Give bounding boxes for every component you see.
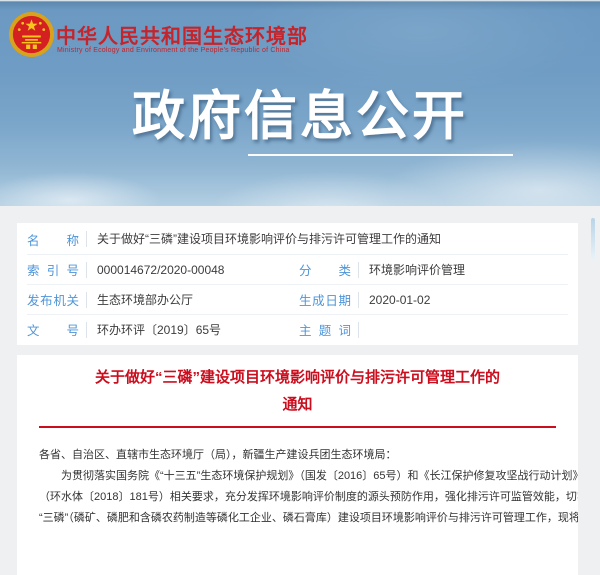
meta-value-index-number: 000014672/2020-00048: [86, 262, 224, 278]
meta-row-issuer: 发布机关 生态环境部办公厅 生成日期 2020-01-02: [27, 284, 568, 314]
meta-row-index: 索引号 000014672/2020-00048 分类 环境影响评价管理: [27, 254, 568, 284]
banner-underline: [248, 154, 513, 156]
meta-value-keywords: [358, 322, 369, 338]
body-line: “三磷”（磷矿、磷肥和含磷农药制造等磷化工企业、磷石膏库）建设项目环境影响评价与…: [39, 508, 556, 529]
body-line: 各省、自治区、直辖市生态环境厅（局），新疆生产建设兵团生态环境局：: [39, 445, 556, 466]
meta-label-category: 分类: [299, 260, 351, 279]
meta-label-keywords: 主题词: [299, 320, 351, 339]
page-title: 政府信息公开: [0, 74, 600, 150]
ministry-name-cn: 中华人民共和国生态环境部: [56, 20, 308, 49]
document-body: 各省、自治区、直辖市生态环境厅（局），新疆生产建设兵团生态环境局： 为贯彻落实国…: [39, 445, 556, 529]
body-line: （环水体〔2018〕181号）相关要求，充分发挥环境影响评价制度的源头预防作用，…: [39, 487, 556, 508]
document-metadata-card: 名称 关于做好“三磷”建设项目环境影响评价与排污许可管理工作的通知 索引号 00…: [17, 223, 578, 345]
meta-label-index-number: 索引号: [27, 260, 79, 279]
body-line: 为贯彻落实国务院《“十三五”生态环境保护规划》（国发〔2016〕65号）和《长江…: [39, 466, 556, 487]
meta-value-issuing-agency: 生态环境部办公厅: [86, 292, 193, 308]
document-title: 关于做好“三磷”建设项目环境影响评价与排污许可管理工作的 通知: [17, 364, 578, 418]
document-title-line1: 关于做好“三磷”建设项目环境影响评价与排污许可管理工作的: [17, 364, 578, 391]
document-body-card: 关于做好“三磷”建设项目环境影响评价与排污许可管理工作的 通知 各省、自治区、直…: [17, 355, 578, 575]
meta-row-docnumber: 文号 环办环评〔2019〕65号 主题词: [27, 314, 568, 344]
meta-row-name: 名称 关于做好“三磷”建设项目环境影响评价与排污许可管理工作的通知: [27, 224, 568, 254]
meta-value-category: 环境影响评价管理: [358, 262, 465, 278]
meta-label-issuing-agency: 发布机关: [27, 290, 79, 309]
document-title-line2: 通知: [17, 391, 578, 418]
meta-label-date: 生成日期: [299, 290, 351, 309]
meta-label-document-number: 文号: [27, 320, 79, 339]
sky-header-banner: 中华人民共和国生态环境部 Ministry of Ecology and Env…: [0, 0, 600, 206]
ministry-name-en: Ministry of Ecology and Environment of t…: [57, 47, 290, 54]
national-emblem-icon: [8, 11, 55, 58]
title-divider-line: [39, 426, 556, 428]
meta-value-name: 关于做好“三磷”建设项目环境影响评价与排污许可管理工作的通知: [86, 231, 441, 247]
meta-value-document-number: 环办环评〔2019〕65号: [86, 322, 221, 338]
scrollbar-thumb[interactable]: [591, 218, 595, 260]
meta-value-date: 2020-01-02: [358, 292, 430, 308]
page-background: { "header": { "ministry_cn": "中华人民共和国生态环…: [0, 0, 600, 512]
meta-label-name: 名称: [27, 230, 79, 249]
